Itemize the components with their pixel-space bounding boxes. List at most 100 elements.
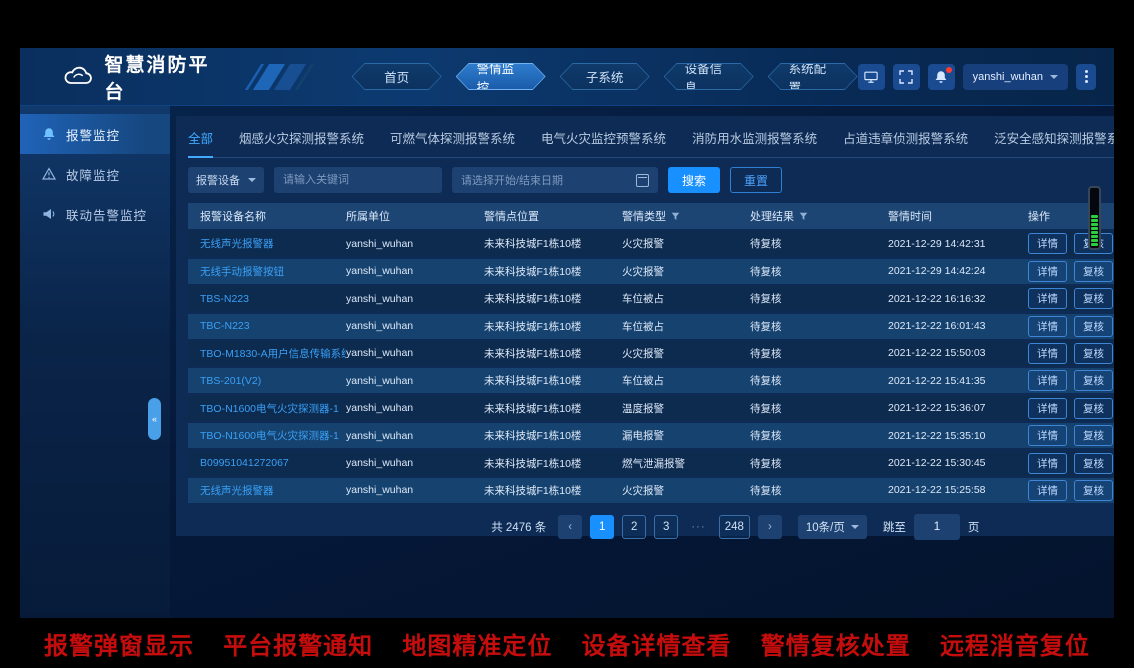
- chevron-down-icon: [851, 525, 859, 533]
- column-header-label: 处理结果: [750, 208, 794, 224]
- date-range-placeholder: 请选择开始/结束日期: [461, 172, 563, 188]
- user-menu[interactable]: yanshi_wuhan: [963, 64, 1068, 90]
- org-cell: yanshi_wuhan: [346, 320, 484, 332]
- detail-button[interactable]: 详情: [1028, 316, 1067, 337]
- alarm-type-cell: 火灾报警: [622, 236, 750, 251]
- alarm-type-cell: 漏电报警: [622, 428, 750, 443]
- alarm-bell-icon: [42, 127, 56, 141]
- detail-button[interactable]: 详情: [1028, 261, 1067, 282]
- page-number-button[interactable]: 248: [719, 515, 750, 539]
- location-cell: 未来科技城F1栋10楼: [484, 483, 622, 498]
- column-header-label: 所属单位: [346, 208, 390, 224]
- table-body: 无线声光报警器yanshi_wuhan未来科技城F1栋10楼火灾报警待复核202…: [188, 231, 1114, 503]
- detail-button[interactable]: 详情: [1028, 343, 1067, 364]
- time-cell: 2021-12-22 15:50:03: [888, 347, 1028, 359]
- header-decoration: [253, 62, 306, 92]
- prev-page-button[interactable]: ‹: [558, 515, 582, 539]
- detail-button[interactable]: 详情: [1028, 425, 1067, 446]
- device-name-link[interactable]: B09951041272067: [200, 457, 346, 469]
- device-name-link[interactable]: 无线声光报警器: [200, 483, 346, 498]
- device-name-link[interactable]: 无线手动报警按钮: [200, 264, 346, 279]
- sidebar-item[interactable]: 联动告警监控: [20, 194, 170, 234]
- page-size-select[interactable]: 10条/页: [798, 515, 867, 539]
- sidebar-collapse-handle[interactable]: «: [148, 398, 161, 440]
- time-cell: 2021-12-22 15:30:45: [888, 457, 1028, 469]
- row-actions: 详情复核: [1028, 453, 1114, 474]
- table-row: TBS-N223yanshi_wuhan未来科技城F1栋10楼车位被占待复核20…: [188, 286, 1114, 311]
- date-range-picker[interactable]: 请选择开始/结束日期: [452, 167, 658, 193]
- review-button[interactable]: 复核: [1074, 343, 1113, 364]
- sidebar: 报警监控故障监控联动告警监控: [20, 106, 170, 618]
- platform-title: 智慧消防平台: [104, 50, 224, 104]
- nav-button[interactable]: 系统配置: [768, 63, 858, 90]
- feature-caption: 设备详情查看: [582, 626, 732, 661]
- nav-button[interactable]: 首页: [352, 63, 442, 90]
- tab[interactable]: 烟感火灾探测报警系统: [239, 128, 364, 157]
- detail-button[interactable]: 详情: [1028, 288, 1067, 309]
- tab[interactable]: 可燃气体探测报警系统: [390, 128, 515, 157]
- vertical-dots-icon: [1085, 75, 1088, 78]
- nav-button[interactable]: 子系统: [560, 63, 650, 90]
- alarm-type-cell: 温度报警: [622, 401, 750, 416]
- row-actions: 详情复核: [1028, 480, 1114, 501]
- reset-button[interactable]: 重置: [730, 167, 782, 193]
- tab[interactable]: 电气火灾监控预警系统: [541, 128, 666, 157]
- monitor-screen-button[interactable]: [858, 64, 885, 90]
- tab[interactable]: 消防用水监测报警系统: [692, 128, 817, 157]
- detail-button[interactable]: 详情: [1028, 233, 1067, 254]
- page-number-button[interactable]: 3: [654, 515, 678, 539]
- keyword-search-input[interactable]: [274, 167, 442, 193]
- notification-bell-button[interactable]: [928, 64, 955, 90]
- device-name-link[interactable]: TBO-M1830-A用户信息传输系统(外部化): [200, 346, 346, 361]
- detail-button[interactable]: 详情: [1028, 453, 1067, 474]
- tab[interactable]: 全部: [188, 128, 213, 158]
- detail-button[interactable]: 详情: [1028, 370, 1067, 391]
- time-cell: 2021-12-22 15:41:35: [888, 375, 1028, 387]
- app-body: 报警监控故障监控联动告警监控 « 全部烟感火灾探测报警系统可燃气体探测报警系统电…: [20, 106, 1114, 618]
- page-number-button[interactable]: 2: [622, 515, 646, 539]
- sidebar-item[interactable]: 报警监控: [20, 114, 170, 154]
- result-cell: 待复核: [750, 264, 888, 279]
- column-header-label: 警情点位置: [484, 208, 539, 224]
- detail-button[interactable]: 详情: [1028, 480, 1067, 501]
- nav-button[interactable]: 设备信息: [664, 63, 754, 90]
- fullscreen-button[interactable]: [893, 64, 920, 90]
- feature-caption-bar: 报警弹窗显示平台报警通知地图精准定位设备详情查看警情复核处置远程消音复位: [0, 618, 1134, 668]
- page-number-button[interactable]: 1: [590, 515, 614, 539]
- device-name-link[interactable]: TBS-N223: [200, 293, 346, 305]
- search-button[interactable]: 搜索: [668, 167, 720, 193]
- filter-funnel-icon[interactable]: [799, 212, 808, 221]
- jump-to-page-input[interactable]: [914, 514, 960, 540]
- nav-button[interactable]: 警情监控: [456, 63, 546, 90]
- review-button[interactable]: 复核: [1074, 370, 1113, 391]
- sidebar-item-label: 故障监控: [66, 165, 120, 184]
- device-name-link[interactable]: 无线声光报警器: [200, 236, 346, 251]
- device-name-link[interactable]: TBO-N1600电气火灾探测器-1: [200, 428, 346, 443]
- review-button[interactable]: 复核: [1074, 480, 1113, 501]
- device-name-link[interactable]: TBC-N223: [200, 320, 346, 332]
- review-button[interactable]: 复核: [1074, 316, 1113, 337]
- detail-button[interactable]: 详情: [1028, 398, 1067, 419]
- filter-funnel-icon[interactable]: [671, 212, 680, 221]
- next-page-button[interactable]: ›: [758, 515, 782, 539]
- review-button[interactable]: 复核: [1074, 288, 1113, 309]
- alarm-type-cell: 车位被占: [622, 373, 750, 388]
- notification-badge-dot: [946, 67, 952, 73]
- feature-caption: 平台报警通知: [223, 626, 373, 661]
- device-name-link[interactable]: TBS-201(V2): [200, 375, 346, 387]
- time-cell: 2021-12-29 14:42:24: [888, 265, 1028, 277]
- alarm-type-select[interactable]: 报警设备: [188, 167, 264, 193]
- review-button[interactable]: 复核: [1074, 425, 1113, 446]
- review-button[interactable]: 复核: [1074, 453, 1113, 474]
- tab[interactable]: 泛安全感知探测报警系统: [994, 128, 1114, 157]
- more-menu-button[interactable]: [1076, 64, 1096, 90]
- row-actions: 详情复核: [1028, 398, 1114, 419]
- review-button[interactable]: 复核: [1074, 261, 1113, 282]
- review-button[interactable]: 复核: [1074, 398, 1113, 419]
- device-name-link[interactable]: TBO-N1600电气火灾探测器-1: [200, 401, 346, 416]
- table-row: B09951041272067yanshi_wuhan未来科技城F1栋10楼燃气…: [188, 451, 1114, 476]
- sidebar-item[interactable]: 故障监控: [20, 154, 170, 194]
- tab[interactable]: 占道违章侦测报警系统: [843, 128, 968, 157]
- warning-triangle-icon: [42, 167, 56, 181]
- table-row: 无线手动报警按钮yanshi_wuhan未来科技城F1栋10楼火灾报警待复核20…: [188, 259, 1114, 284]
